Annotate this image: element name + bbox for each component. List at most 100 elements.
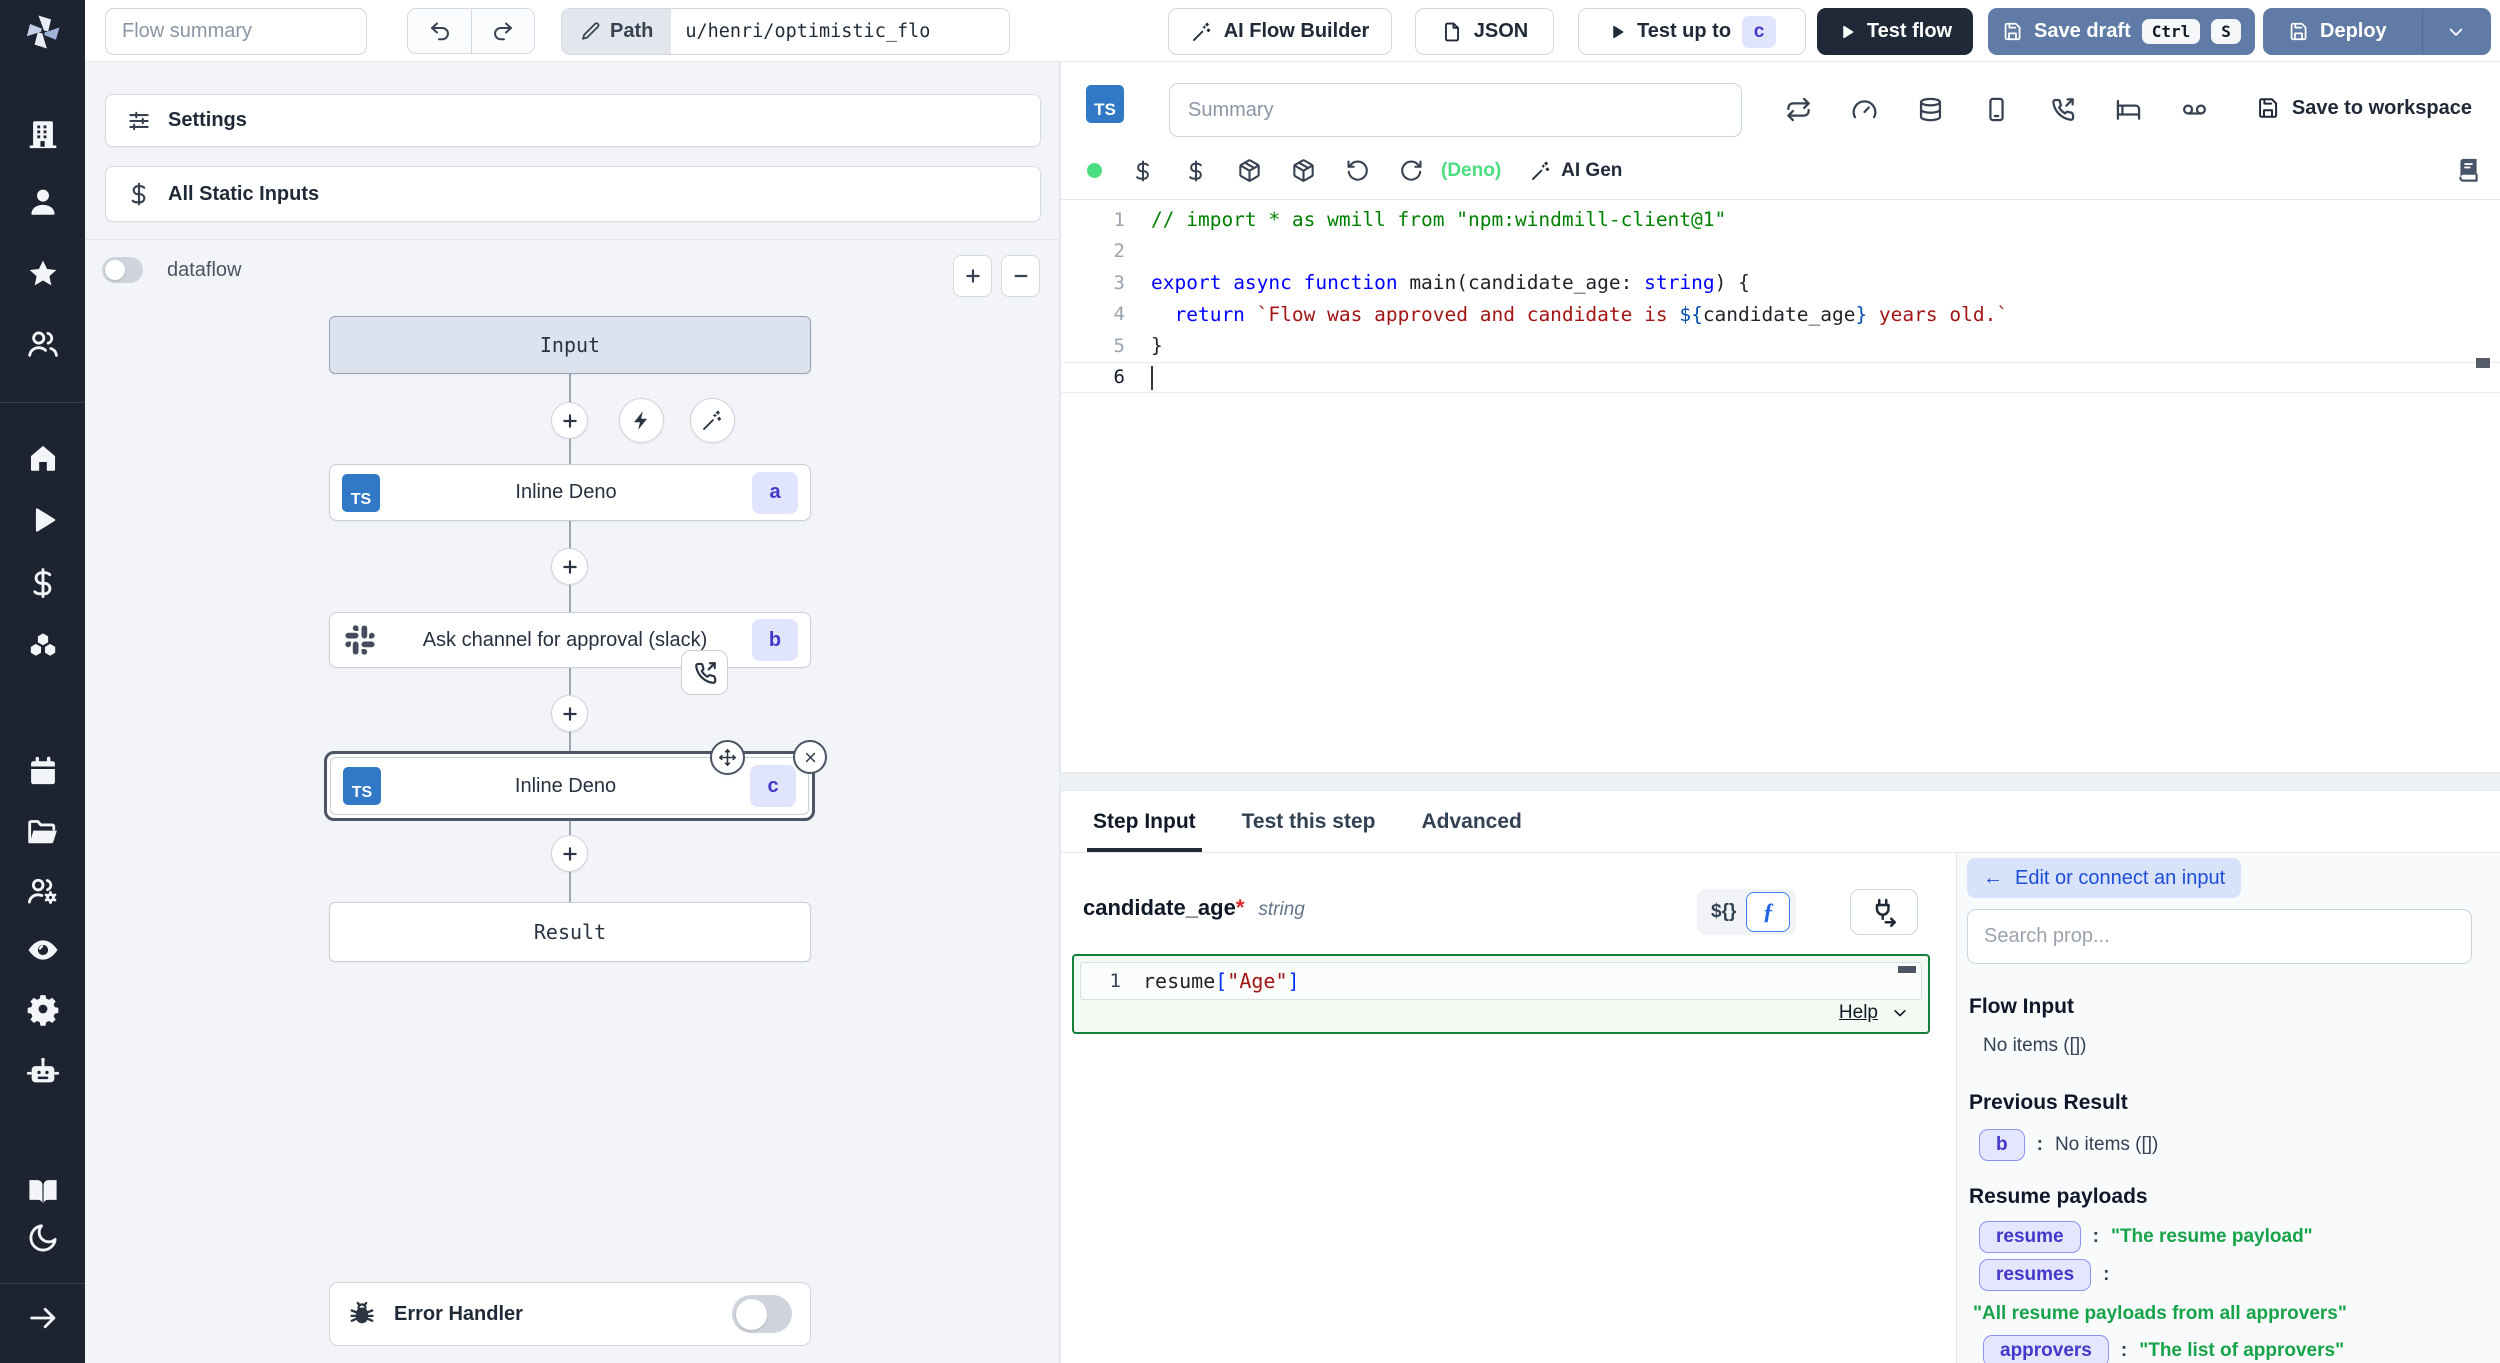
schedules-icon[interactable] (26, 755, 60, 789)
add-step-button[interactable] (551, 402, 588, 439)
search-prop-input[interactable] (1967, 909, 2472, 964)
docs-icon[interactable] (26, 1174, 60, 1208)
deploy-button[interactable]: Deploy (2264, 9, 2411, 54)
ai-flow-builder-button[interactable]: AI Flow Builder (1168, 8, 1392, 55)
graph-node-a[interactable]: TS Inline Deno a (329, 464, 811, 521)
early-stop-icon[interactable] (1983, 96, 2010, 123)
runs-icon[interactable] (26, 503, 60, 537)
code-line-4[interactable]: 4 return `Flow was approved and candidat… (1061, 299, 2500, 331)
tab-advanced[interactable]: Advanced (1421, 791, 1521, 852)
suspend-icon[interactable] (2049, 96, 2076, 123)
test-up-to-button[interactable]: Test up toc (1578, 8, 1806, 55)
code-line-2[interactable]: 2 (1061, 236, 2500, 268)
variables-picker-icon[interactable] (1131, 159, 1155, 183)
deploy-dropdown-button[interactable] (2422, 9, 2490, 54)
expression-scrollbar[interactable] (1898, 966, 1916, 973)
all-static-inputs-label: All Static Inputs (168, 183, 319, 206)
add-step-button[interactable] (551, 835, 588, 872)
delete-node-button[interactable] (793, 740, 827, 774)
chevron-down-icon[interactable] (1890, 1003, 1910, 1023)
code-line-3[interactable]: 3export async function main(candidate_ag… (1061, 267, 2500, 299)
code-line-5[interactable]: 5} (1061, 330, 2500, 362)
zoom-out-button[interactable] (1001, 255, 1040, 297)
error-handler-row[interactable]: Error Handler (329, 1282, 811, 1346)
windmill-logo[interactable] (22, 11, 64, 53)
tab-test-this-step[interactable]: Test this step (1242, 791, 1376, 852)
help-link[interactable]: Help (1839, 1002, 1878, 1024)
ai-add-step-button[interactable] (690, 398, 735, 443)
code-line-1[interactable]: 1// import * as wmill from "npm:windmill… (1061, 204, 2500, 236)
line-number: 1 (1061, 209, 1125, 231)
package-icon[interactable] (1237, 158, 1262, 183)
javascript-expression-toggle[interactable]: ƒ (1746, 892, 1790, 932)
add-step-button[interactable] (551, 695, 588, 732)
resources-picker-icon[interactable] (1184, 159, 1208, 183)
colon: : (2093, 1226, 2099, 1248)
flow-summary-input[interactable] (105, 8, 367, 55)
test-flow-button[interactable]: Test flow (1817, 8, 1973, 55)
path-chip[interactable]: Path (562, 9, 671, 54)
audit-logs-icon[interactable] (26, 933, 60, 967)
ai-icon[interactable] (26, 1054, 60, 1088)
expression-line[interactable]: 1 resume["Age"] (1080, 962, 1922, 1000)
redo-button[interactable] (471, 9, 534, 53)
resources-icon[interactable] (26, 630, 60, 664)
user-icon[interactable] (26, 185, 60, 219)
retries-icon[interactable] (1785, 96, 1812, 123)
folders-icon[interactable] (26, 815, 60, 849)
instance-settings-icon[interactable] (26, 992, 60, 1026)
connect-input-button[interactable] (1850, 889, 1918, 935)
editor-overview-ruler[interactable] (2476, 358, 2490, 368)
cache-icon[interactable] (1917, 96, 1944, 123)
package-icon[interactable] (1291, 158, 1316, 183)
graph-node-input[interactable]: Input (329, 316, 811, 374)
tab-step-input[interactable]: Step Input (1093, 791, 1196, 852)
settings-row[interactable]: Settings (105, 94, 1041, 147)
save-draft-button[interactable]: Save draftCtrlS (1988, 8, 2255, 55)
add-step-button[interactable] (551, 548, 588, 585)
concurrency-icon[interactable] (1851, 96, 1878, 123)
workspace-icon[interactable] (26, 117, 60, 151)
zoom-in-button[interactable] (953, 255, 992, 297)
code-editor[interactable]: 1// import * as wmill from "npm:windmill… (1061, 204, 2500, 393)
favorites-icon[interactable] (26, 257, 60, 291)
error-handler-toggle[interactable] (732, 1295, 792, 1333)
resume-badge[interactable]: resume (1979, 1221, 2081, 1253)
graph-node-b[interactable]: Ask channel for approval (slack) b (329, 612, 811, 668)
graph-node-result[interactable]: Result (329, 902, 811, 962)
history-icon[interactable] (1345, 158, 1370, 183)
code-line-6[interactable]: 6 (1061, 362, 2500, 394)
json-button[interactable]: JSON (1415, 8, 1554, 55)
template-literal-toggle[interactable]: ${} (1711, 901, 1736, 923)
ai-gen-button[interactable]: AI Gen (1530, 160, 1622, 182)
deploy-button-group: Deploy (2263, 8, 2491, 55)
groups-icon[interactable] (26, 327, 60, 361)
undo-button[interactable] (408, 9, 471, 53)
mock-icon[interactable] (2181, 96, 2208, 123)
sleep-icon[interactable] (2115, 96, 2142, 123)
script-library-icon[interactable] (2455, 156, 2482, 183)
approvers-badge[interactable]: approvers (1983, 1335, 2109, 1363)
expression-editor[interactable]: 1 resume["Age"] Help (1072, 954, 1930, 1034)
previous-result-title: Previous Result (1969, 1091, 2128, 1115)
resumes-badge[interactable]: resumes (1979, 1259, 2091, 1291)
save-to-workspace-button[interactable]: Save to workspace (2256, 96, 2472, 120)
home-icon[interactable] (26, 441, 60, 475)
step-summary-input[interactable] (1169, 83, 1742, 137)
workers-icon[interactable] (26, 874, 60, 908)
save-icon (2256, 96, 2280, 120)
expression-code[interactable]: resume["Age"] (1121, 969, 1300, 993)
edit-or-connect-button[interactable]: ← Edit or connect an input (1967, 858, 2241, 898)
variables-icon[interactable] (26, 566, 60, 600)
typescript-lang-badge: TS (1086, 85, 1124, 123)
suspend-approval-button[interactable] (681, 650, 728, 695)
collapse-sidebar-icon[interactable] (26, 1301, 60, 1335)
all-static-inputs-row[interactable]: All Static Inputs (105, 166, 1041, 222)
trigger-button[interactable] (619, 398, 664, 443)
path-input[interactable] (671, 9, 1009, 54)
previous-result-badge[interactable]: b (1979, 1129, 2025, 1161)
dataflow-toggle[interactable] (102, 257, 143, 283)
reload-runtime-icon[interactable] (1399, 158, 1424, 183)
move-node-handle[interactable] (710, 740, 745, 775)
dark-mode-icon[interactable] (26, 1221, 60, 1255)
